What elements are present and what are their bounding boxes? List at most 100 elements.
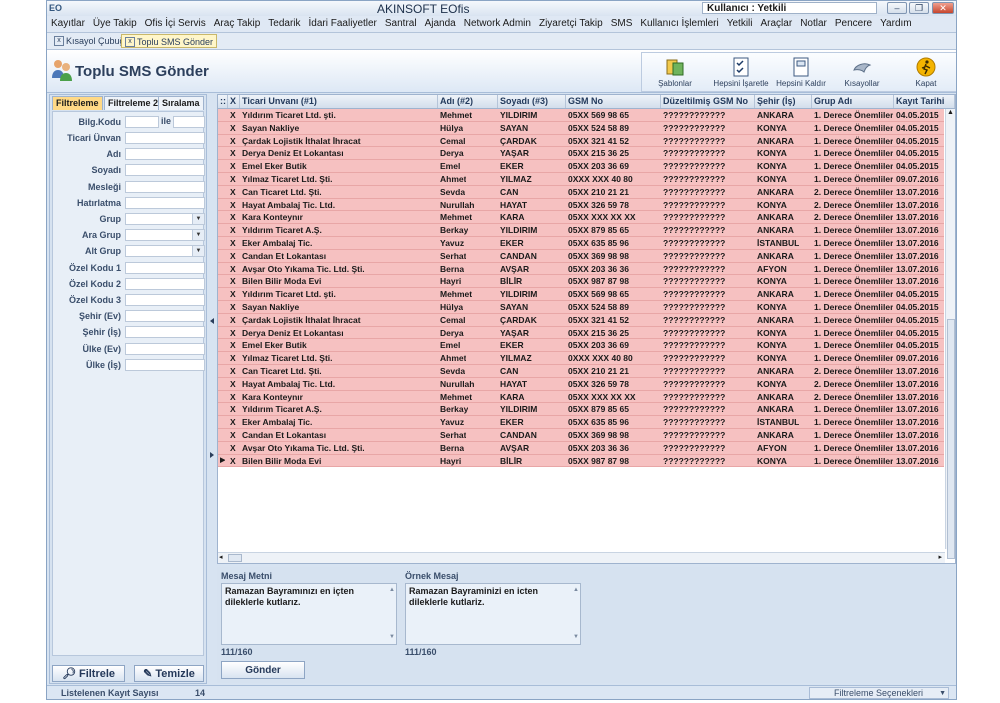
table-row[interactable]: ▶ X Bilen Bilir Moda Evi Hayri BİLİR 05XX 987… bbox=[218, 454, 944, 468]
table-row[interactable]: X Avşar Oto Yıkama Tic. Ltd. Şti. Berna AVŞ… bbox=[218, 441, 944, 455]
row-checkbox[interactable]: X bbox=[230, 391, 236, 403]
close-page-button[interactable]: Kapat bbox=[908, 57, 944, 91]
table-row[interactable]: X Kara Konteynır Mehmet KARA 05XX XXX XX XX?… bbox=[218, 211, 944, 225]
scroll-down-icon[interactable]: ▼ bbox=[573, 632, 579, 643]
column-header[interactable]: Adı (#2) bbox=[438, 95, 498, 108]
menu-item[interactable]: Kullanıcı İşlemleri bbox=[636, 16, 722, 32]
menu-item[interactable]: Üye Takip bbox=[89, 16, 141, 32]
row-checkbox[interactable]: X bbox=[230, 455, 236, 467]
panel-splitter[interactable] bbox=[209, 94, 215, 564]
filter-input[interactable] bbox=[125, 164, 205, 177]
filter-input[interactable] bbox=[125, 358, 205, 371]
table-row[interactable]: X Eker Ambalaj Tic. Yavuz EKER 05XX 635 85 9… bbox=[218, 236, 944, 250]
table-row[interactable]: X Can Ticaret Ltd. Şti. Sevda CAN 05XX 210 2… bbox=[218, 364, 944, 378]
scroll-thumb[interactable] bbox=[228, 554, 242, 562]
expand-left-icon[interactable] bbox=[210, 452, 214, 458]
column-header[interactable]: Düzeltilmiş GSM No bbox=[661, 95, 755, 108]
table-row[interactable]: X Yılmaz Ticaret Ltd. Şti. Ahmet YILMAZ 0XXX… bbox=[218, 352, 944, 365]
filter-combo[interactable]: ▼ bbox=[125, 229, 205, 242]
row-checkbox[interactable]: X bbox=[230, 288, 236, 300]
row-checkbox[interactable]: X bbox=[230, 314, 236, 326]
menu-item[interactable]: Araçlar bbox=[757, 16, 797, 32]
row-checkbox[interactable]: X bbox=[230, 224, 236, 236]
column-header[interactable]: X bbox=[228, 95, 240, 108]
tab-close-icon[interactable]: x bbox=[54, 36, 64, 46]
menu-item[interactable]: Notlar bbox=[796, 16, 831, 32]
collapse-left-icon[interactable] bbox=[210, 318, 214, 324]
table-row[interactable]: X Bilen Bilir Moda Evi Hayri BİLİR 05XX 987 … bbox=[218, 275, 944, 289]
filter-input[interactable] bbox=[125, 342, 205, 355]
menu-item[interactable]: Ziyaretçi Takip bbox=[535, 16, 607, 32]
chevron-down-icon[interactable]: ▼ bbox=[192, 246, 204, 257]
row-checkbox[interactable]: X bbox=[230, 275, 236, 287]
row-checkbox[interactable]: X bbox=[230, 352, 236, 364]
tab-filter[interactable]: Filtreleme bbox=[52, 96, 103, 110]
check-all-button[interactable]: Hepsini İşaretle bbox=[712, 57, 770, 91]
clear-button[interactable]: ✎ Temizle bbox=[134, 665, 204, 682]
tab-filter-2[interactable]: Filtreleme 2 bbox=[104, 96, 163, 110]
row-checkbox[interactable]: X bbox=[230, 237, 236, 249]
row-checkbox[interactable]: X bbox=[230, 173, 236, 185]
scroll-up-icon[interactable]: ▲ bbox=[389, 585, 395, 596]
table-row[interactable]: X Hayat Ambalaj Tic. Ltd. Nurullah HAYAT 05X… bbox=[218, 198, 944, 212]
menu-item[interactable]: Araç Takip bbox=[210, 16, 265, 32]
filter-combo[interactable]: ▼ bbox=[125, 213, 205, 225]
table-row[interactable]: X Candan Et Lokantası Serhat CANDAN 05XX 369… bbox=[218, 428, 944, 442]
column-header[interactable]: :: bbox=[218, 95, 228, 108]
column-header[interactable]: Grup Adı bbox=[812, 95, 894, 108]
table-row[interactable]: X Yıldırım Ticaret Ltd. şti. Mehmet YILDIRI… bbox=[218, 288, 944, 301]
column-header[interactable]: Şehir (İş) bbox=[755, 95, 812, 108]
menu-item[interactable]: İdari Faaliyetler bbox=[305, 16, 381, 32]
column-header[interactable]: Kayıt Tarihi bbox=[894, 95, 955, 108]
filter-input[interactable] bbox=[125, 310, 205, 323]
menu-item[interactable]: SMS bbox=[607, 16, 637, 32]
scroll-up-icon[interactable]: ▲ bbox=[573, 585, 579, 596]
table-row[interactable]: X Sayan Nakliye Hülya SAYAN 05XX 524 58 89??… bbox=[218, 300, 944, 314]
filter-input[interactable] bbox=[125, 180, 205, 193]
menu-item[interactable]: Pencere bbox=[831, 16, 876, 32]
shortcuts-button[interactable]: Kısayollar bbox=[840, 57, 884, 91]
table-row[interactable]: X Candan Et Lokantası Serhat CANDAN 05XX 369… bbox=[218, 249, 944, 263]
menu-item[interactable]: Yetkili bbox=[723, 16, 757, 32]
message-textarea[interactable]: Ramazan Bayramınızı en içten dileklerle … bbox=[221, 583, 397, 645]
menu-item[interactable]: Santral bbox=[381, 16, 421, 32]
table-row[interactable]: X Yıldırım Ticaret A.Ş. Berkay YILDIRIM 05XX… bbox=[218, 403, 944, 417]
row-checkbox[interactable]: X bbox=[230, 122, 236, 134]
table-row[interactable]: X Yıldırım Ticaret Ltd. şti. Mehmet YILDIRI… bbox=[218, 109, 944, 122]
chevron-down-icon[interactable]: ▼ bbox=[939, 688, 946, 699]
menu-item[interactable]: Kayıtlar bbox=[47, 16, 89, 32]
scroll-up-icon[interactable]: ▲ bbox=[947, 109, 954, 116]
chevron-down-icon[interactable]: ▼ bbox=[192, 230, 204, 241]
restore-button[interactable]: ❐ bbox=[909, 2, 929, 14]
menu-item[interactable]: Tedarik bbox=[264, 16, 304, 32]
row-checkbox[interactable]: X bbox=[230, 442, 236, 454]
bilg-kodu-from-input[interactable] bbox=[125, 116, 159, 128]
grid-horizontal-scrollbar[interactable]: ◂ ▸ bbox=[218, 552, 945, 563]
table-row[interactable]: X Kara Konteynır Mehmet KARA 05XX XXX XX XX?… bbox=[218, 390, 944, 404]
column-header[interactable]: GSM No bbox=[566, 95, 661, 108]
tab-close-icon[interactable]: x bbox=[125, 37, 135, 47]
filter-input[interactable] bbox=[125, 277, 205, 290]
scroll-thumb[interactable] bbox=[947, 319, 955, 559]
row-checkbox[interactable]: X bbox=[230, 250, 236, 262]
send-button[interactable]: Gönder bbox=[221, 661, 305, 679]
table-row[interactable]: X Emel Eker Butik Emel EKER 05XX 203 36 69??… bbox=[218, 339, 944, 353]
row-checkbox[interactable]: X bbox=[230, 403, 236, 415]
filter-input[interactable] bbox=[125, 132, 205, 144]
table-row[interactable]: X Emel Eker Butik Emel EKER 05XX 203 36 69??… bbox=[218, 160, 944, 173]
table-row[interactable]: X Avşar Oto Yıkama Tic. Ltd. Şti. Berna AVŞ… bbox=[218, 262, 944, 276]
table-row[interactable]: X Yıldırım Ticaret A.Ş. Berkay YILDIRIM 05XX… bbox=[218, 224, 944, 237]
table-row[interactable]: X Can Ticaret Ltd. Şti. Sevda CAN 05XX 210 2… bbox=[218, 185, 944, 199]
filter-input[interactable] bbox=[125, 196, 205, 209]
row-checkbox[interactable]: X bbox=[230, 339, 236, 351]
scroll-left-icon[interactable]: ◂ bbox=[219, 553, 223, 561]
scroll-down-icon[interactable]: ▼ bbox=[389, 632, 395, 643]
table-row[interactable]: X Hayat Ambalaj Tic. Ltd. Nurullah HAYAT 05X… bbox=[218, 377, 944, 391]
tab-sorting[interactable]: Sıralama bbox=[158, 96, 204, 110]
row-checkbox[interactable]: X bbox=[230, 160, 236, 172]
row-checkbox[interactable]: X bbox=[230, 186, 236, 198]
uncheck-all-button[interactable]: Hepsini Kaldır bbox=[774, 57, 828, 91]
table-row[interactable]: X Yılmaz Ticaret Ltd. Şti. Ahmet YILMAZ 0XXX… bbox=[218, 172, 944, 186]
filter-input[interactable] bbox=[125, 148, 205, 161]
menu-item[interactable]: Yardım bbox=[876, 16, 916, 32]
